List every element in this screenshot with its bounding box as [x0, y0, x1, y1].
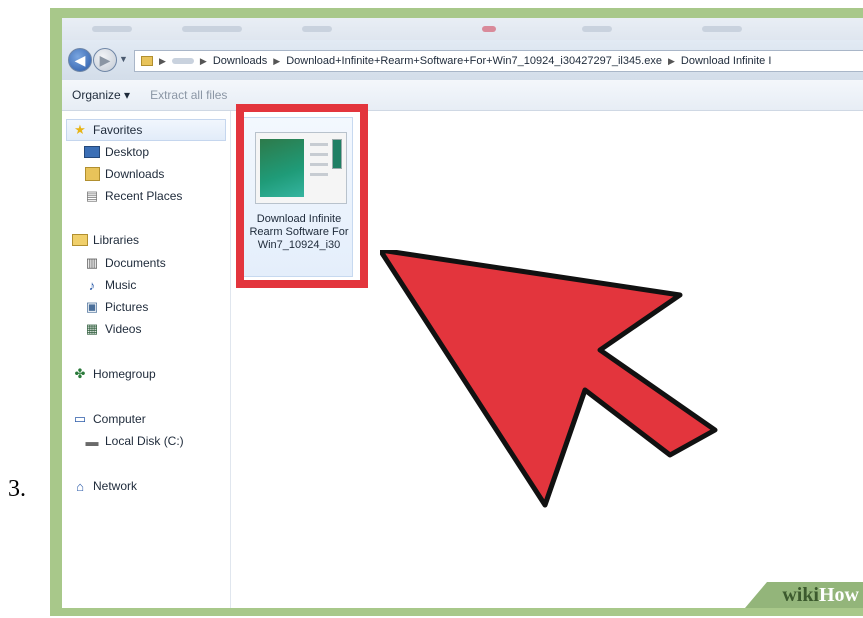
breadcrumb-folder[interactable]: Download Infinite I	[677, 55, 776, 67]
breadcrumb-downloads[interactable]: Downloads	[209, 55, 271, 67]
nav-label: Videos	[105, 322, 142, 336]
nav-homegroup[interactable]: ✤ Homegroup	[72, 366, 156, 381]
homegroup-icon: ✤	[74, 366, 86, 381]
chevron-right-icon[interactable]: ▶	[271, 56, 282, 67]
nav-documents[interactable]: ▥ Documents	[84, 255, 166, 270]
nav-label: Computer	[93, 412, 146, 426]
nav-music[interactable]: ♪ Music	[84, 277, 137, 293]
blurred-title	[302, 26, 332, 32]
nav-recent-places[interactable]: ▤ Recent Places	[84, 188, 183, 203]
nav-network[interactable]: ⌂ Network	[72, 478, 138, 494]
watermark-wiki: wiki	[782, 583, 819, 606]
nav-label: Pictures	[105, 300, 149, 314]
desktop-icon	[84, 145, 100, 159]
history-dropdown-icon[interactable]: ▼	[119, 54, 128, 64]
star-icon: ★	[74, 122, 86, 137]
videos-icon: ▦	[85, 321, 99, 336]
nav-label: Music	[105, 278, 137, 292]
title-bar	[62, 18, 863, 40]
blurred-title	[92, 26, 132, 32]
nav-label: Desktop	[105, 145, 150, 159]
address-row: ◀ ▶ ▼ ▶ ▶ Downloads ▶ Download+Infinite+…	[62, 40, 863, 80]
nav-label: Local Disk (C:)	[105, 434, 184, 448]
hard-drive-icon: ▬	[85, 433, 99, 449]
address-bar[interactable]: ▶ ▶ Downloads ▶ Download+Infinite+Rearm+…	[134, 50, 863, 72]
nav-label: Documents	[105, 256, 166, 270]
downloads-folder-icon	[84, 167, 100, 181]
nav-local-disk[interactable]: ▬ Local Disk (C:)	[84, 433, 184, 449]
step-number: 3.	[8, 476, 26, 502]
navigation-pane: ★ Favorites Desktop Downloads ▤ Recent P…	[62, 111, 231, 608]
blurred-title	[702, 26, 742, 32]
nav-desktop[interactable]: Desktop	[84, 145, 149, 159]
pictures-icon: ▣	[85, 299, 99, 314]
nav-computer[interactable]: ▭ Computer	[72, 411, 146, 426]
back-arrow-icon: ◀	[74, 51, 86, 68]
document-icon: ▥	[85, 255, 99, 270]
nav-label: Recent Places	[105, 189, 183, 203]
extract-all-button[interactable]: Extract all files	[140, 88, 237, 102]
blurred-title	[182, 26, 242, 32]
nav-label: Downloads	[105, 167, 165, 181]
highlight-box	[236, 104, 368, 288]
nav-pictures[interactable]: ▣ Pictures	[84, 299, 149, 314]
organize-button[interactable]: Organize ▾	[62, 88, 140, 102]
chevron-right-icon[interactable]: ▶	[157, 56, 168, 67]
nav-downloads[interactable]: Downloads	[84, 167, 164, 181]
network-icon: ⌂	[76, 478, 84, 494]
nav-label: Libraries	[93, 233, 140, 247]
folder-icon	[141, 56, 153, 66]
chevron-right-icon[interactable]: ▶	[198, 56, 209, 67]
computer-icon: ▭	[73, 411, 87, 426]
pointer-arrow-icon	[380, 250, 718, 508]
forward-button[interactable]: ▶	[93, 48, 117, 72]
blurred-title	[482, 26, 496, 32]
nav-label: Favorites	[93, 123, 143, 137]
recent-places-icon: ▤	[85, 188, 99, 203]
nav-label: Homegroup	[93, 367, 156, 381]
watermark-how: How	[819, 583, 859, 606]
back-button[interactable]: ◀	[68, 48, 92, 72]
libraries-icon	[72, 233, 88, 247]
blurred-crumb[interactable]	[171, 58, 194, 64]
music-note-icon: ♪	[88, 277, 96, 293]
nav-label: Network	[93, 479, 138, 493]
breadcrumb-exe[interactable]: Download+Infinite+Rearm+Software+For+Win…	[282, 55, 666, 67]
command-bar: Organize ▾ Extract all files	[62, 80, 863, 111]
chevron-right-icon[interactable]: ▶	[666, 56, 677, 67]
nav-libraries[interactable]: Libraries	[72, 233, 139, 247]
forward-arrow-icon: ▶	[99, 51, 111, 68]
nav-favorites[interactable]: ★ Favorites	[72, 122, 143, 137]
nav-videos[interactable]: ▦ Videos	[84, 321, 142, 336]
blurred-title	[582, 26, 612, 32]
